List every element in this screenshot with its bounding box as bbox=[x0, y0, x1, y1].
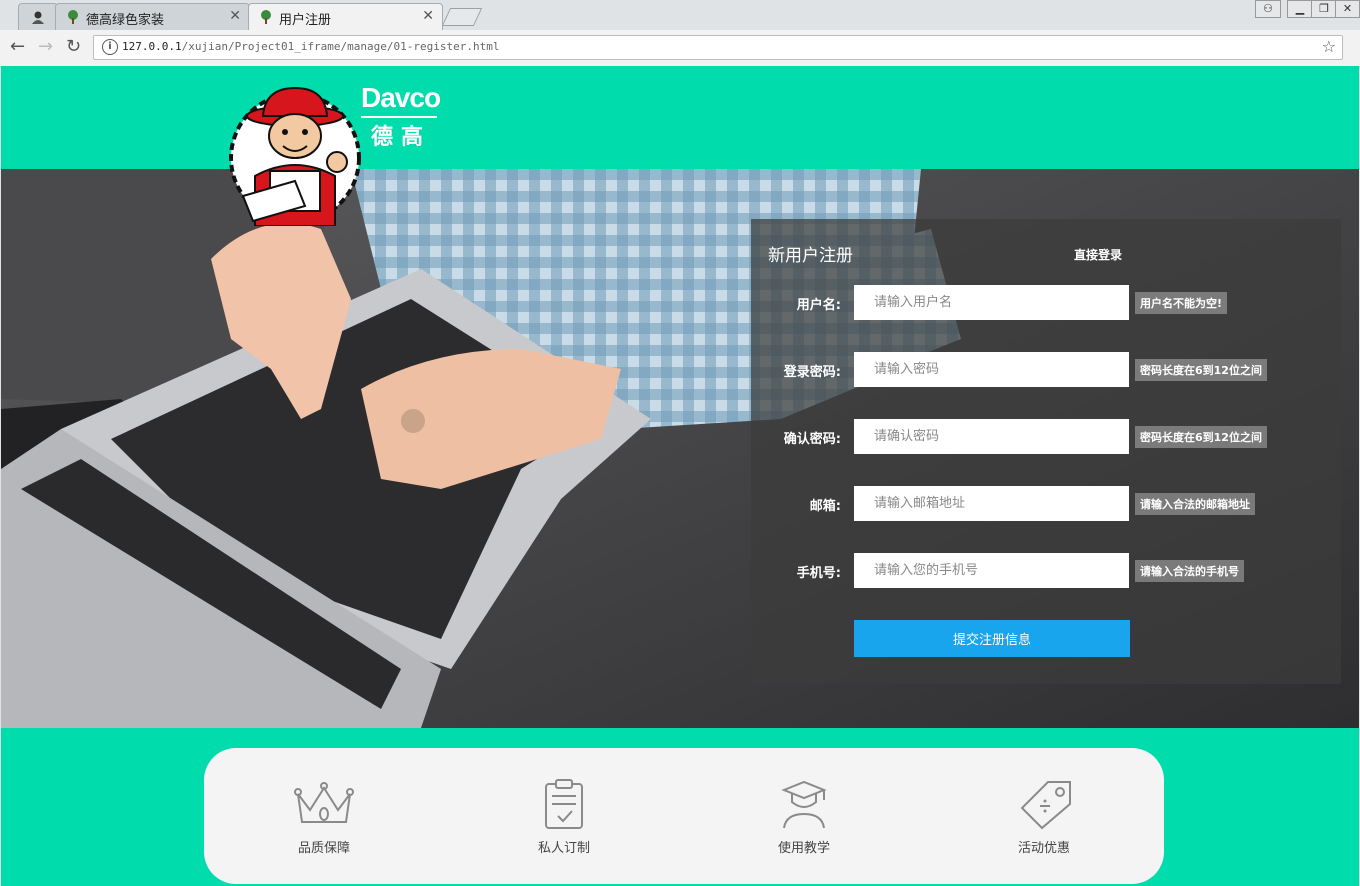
minimize-button[interactable]: ▁ bbox=[1287, 0, 1313, 18]
feature-label: 品质保障 bbox=[297, 841, 350, 856]
close-tab-icon[interactable]: ✕ bbox=[422, 8, 434, 24]
reload-icon[interactable]: ↻ bbox=[66, 36, 81, 57]
hero-section: 新用户注册 直接登录 用户名: 用户名不能为空! 登录密码: 密码长度在6到12… bbox=[1, 169, 1359, 728]
close-window-button[interactable]: ✕ bbox=[1335, 0, 1360, 18]
feature-tutorial[interactable]: 使用教学 bbox=[734, 748, 874, 884]
tab-davco-home[interactable]: 德高绿色家装 ✕ bbox=[55, 3, 250, 30]
phone-hint: 请输入合法的手机号 bbox=[1135, 560, 1244, 582]
phone-input[interactable] bbox=[854, 553, 1129, 588]
brand-logo-text: Davco bbox=[361, 82, 441, 113]
crown-icon bbox=[294, 782, 354, 823]
tab-label: 德高绿色家装 bbox=[86, 13, 165, 28]
feature-quality[interactable]: 品质保障 bbox=[254, 748, 394, 884]
username-hint: 用户名不能为空! bbox=[1135, 292, 1228, 314]
confirm-password-label: 确认密码: bbox=[783, 432, 841, 447]
email-input[interactable] bbox=[854, 486, 1129, 521]
username-row: 用户名: 用户名不能为空! bbox=[751, 285, 1341, 321]
user-profile-icon[interactable]: ⚇ bbox=[1255, 0, 1281, 18]
confirm-password-input[interactable] bbox=[854, 419, 1129, 454]
feature-label: 使用教学 bbox=[777, 841, 830, 856]
submit-register-button[interactable]: 提交注册信息 bbox=[854, 620, 1130, 657]
email-hint: 请输入合法的邮箱地址 bbox=[1135, 493, 1255, 515]
email-label: 邮箱: bbox=[809, 499, 841, 514]
password-label: 登录密码: bbox=[783, 365, 841, 380]
close-tab-icon[interactable]: ✕ bbox=[229, 8, 241, 24]
confirm-password-hint: 密码长度在6到12位之间 bbox=[1135, 426, 1267, 448]
browser-toolbar: ← → ↻ i 127.0.0.1/xujian/Project01_ifram… bbox=[0, 30, 1360, 67]
site-header: Davco 德高 bbox=[1, 66, 1359, 169]
tab-label: 用户注册 bbox=[279, 13, 332, 28]
brand-chinese: 德高 bbox=[371, 125, 432, 150]
feature-custom[interactable]: 私人订制 bbox=[494, 748, 634, 884]
browser-tab-bar: 德高绿色家装 ✕ 用户注册 ✕ ⚇ ▁ ❐ ✕ bbox=[0, 0, 1360, 31]
feature-label: 私人订制 bbox=[537, 841, 590, 856]
tab-register[interactable]: 用户注册 ✕ bbox=[248, 3, 443, 31]
url-text: 127.0.0.1/xujian/Project01_iframe/manage… bbox=[122, 40, 500, 53]
register-panel: 新用户注册 直接登录 用户名: 用户名不能为空! 登录密码: 密码长度在6到12… bbox=[751, 219, 1341, 684]
mascot-logo bbox=[229, 86, 361, 226]
info-icon[interactable]: i bbox=[102, 39, 118, 55]
forward-icon[interactable]: → bbox=[38, 36, 53, 57]
feature-label: 活动优惠 bbox=[1017, 841, 1070, 856]
confirm-password-row: 确认密码: 密码长度在6到12位之间 bbox=[751, 419, 1341, 455]
username-label: 用户名: bbox=[796, 298, 841, 313]
password-input[interactable] bbox=[854, 352, 1129, 387]
restore-button[interactable]: ❐ bbox=[1311, 0, 1337, 18]
tree-icon bbox=[261, 10, 271, 24]
page-content: Davco 德高 新用户注册 直接登录 用户名: 请输入用户名 用户名不能为空!… bbox=[1, 66, 1359, 886]
feature-promotion[interactable]: 活动优惠 bbox=[974, 748, 1114, 884]
direct-login-link[interactable]: 直接登录 bbox=[1074, 246, 1122, 263]
form-title: 新用户注册 bbox=[768, 246, 853, 266]
username-input[interactable] bbox=[854, 285, 1129, 320]
price-tag-icon bbox=[1020, 781, 1071, 830]
features-bar: 品质保障 私人订制 使用教学 活动优惠 bbox=[204, 748, 1164, 884]
password-hint: 密码长度在6到12位之间 bbox=[1135, 359, 1267, 381]
url-host: 127.0.0.1 bbox=[122, 40, 182, 53]
email-row: 邮箱: 请输入合法的邮箱地址 bbox=[751, 486, 1341, 522]
avatar-icon bbox=[32, 11, 44, 24]
brand-divider bbox=[361, 116, 437, 118]
tab-avatar[interactable] bbox=[18, 3, 58, 30]
password-row: 登录密码: 密码长度在6到12位之间 bbox=[751, 352, 1341, 388]
graduate-icon bbox=[781, 780, 827, 829]
new-tab-button[interactable] bbox=[441, 8, 483, 26]
phone-row: 手机号: 请输入合法的手机号 bbox=[751, 553, 1341, 589]
phone-label: 手机号: bbox=[796, 566, 841, 581]
tree-icon bbox=[68, 10, 78, 24]
address-bar[interactable]: i 127.0.0.1/xujian/Project01_iframe/mana… bbox=[93, 35, 1343, 60]
clipboard-icon bbox=[545, 779, 583, 829]
bookmark-star-icon[interactable]: ☆ bbox=[1322, 37, 1336, 56]
back-icon[interactable]: ← bbox=[10, 36, 25, 57]
url-path: /xujian/Project01_iframe/manage/01-regis… bbox=[181, 40, 500, 53]
